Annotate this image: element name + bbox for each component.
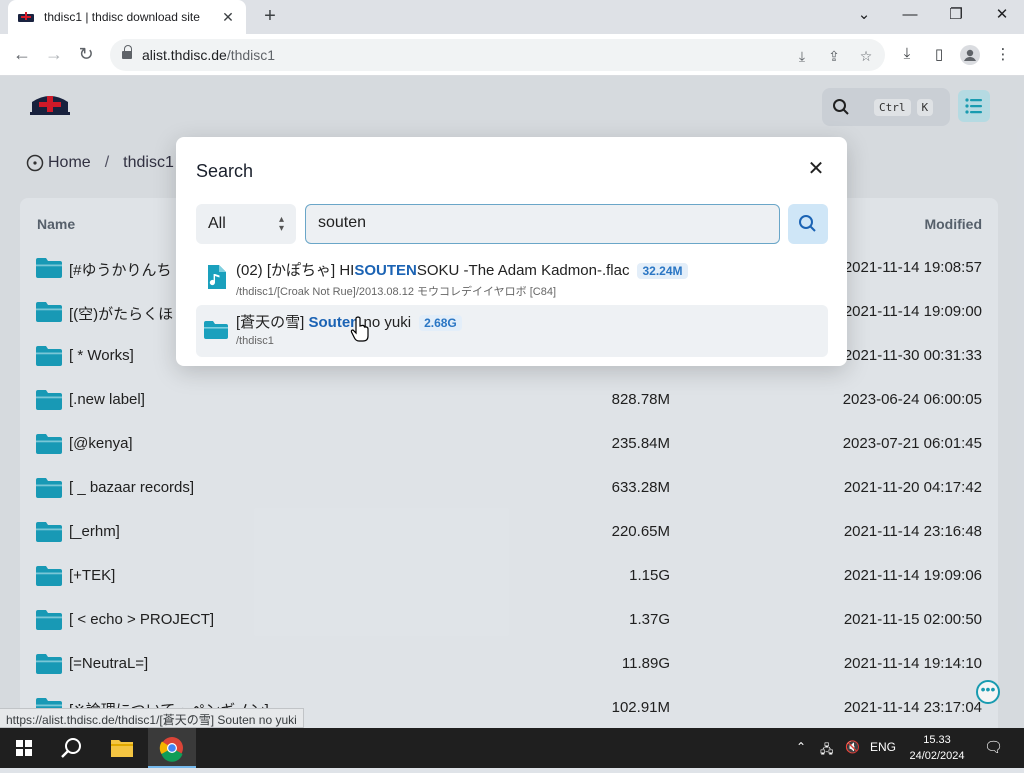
browser-menu-icon[interactable]: ⋮ xyxy=(992,45,1014,67)
hand-cursor-icon xyxy=(350,316,369,342)
taskbar-clock[interactable]: 15.33 24/02/2024 xyxy=(906,732,968,764)
site-favicon-icon xyxy=(18,12,34,22)
clock-time: 15.33 xyxy=(923,734,951,746)
search-result-size: 32.24M xyxy=(637,263,688,279)
search-result-item[interactable]: [蒼天の雪] Souten no yuki 2.68G /thdisc1 xyxy=(196,305,828,357)
back-button[interactable]: ← xyxy=(10,43,34,67)
search-result-item[interactable]: (02) [かぽちゃ] HISOUTENSOKU -The Adam Kadmo… xyxy=(196,253,828,305)
search-submit-button[interactable] xyxy=(788,204,828,244)
search-input[interactable]: souten xyxy=(305,204,780,244)
search-result-name: [蒼天の雪] Souten no yuki 2.68G xyxy=(236,311,462,332)
search-result-size: 2.68G xyxy=(419,315,462,331)
side-panel-icon[interactable]: ▯ xyxy=(928,45,950,67)
select-arrows-icon: ▴ ▾ xyxy=(278,214,284,234)
tab-close-icon[interactable]: ✕ xyxy=(220,9,236,26)
notification-icon[interactable]: 🗨 xyxy=(984,738,1003,756)
downloads-icon[interactable]: ⤓ xyxy=(896,45,918,67)
search-scope-value: All xyxy=(208,215,226,232)
network-icon[interactable]: 🖧 xyxy=(820,740,833,761)
search-result-path: /thdisc1 xyxy=(236,335,274,347)
music-file-icon xyxy=(208,265,226,289)
windows-taskbar: ⌃ 🖧 🔇 ENG 15.33 24/02/2024 🗨 xyxy=(0,728,1024,768)
bookmark-star-icon[interactable]: ☆ xyxy=(856,48,876,68)
search-dialog: Search ✕ All ▴ ▾ souten (02) [かぽちゃ] HISOU… xyxy=(176,137,847,366)
minimize-button[interactable]: — xyxy=(896,4,924,28)
taskbar-search-button[interactable] xyxy=(48,728,96,768)
input-language[interactable]: ENG xyxy=(870,740,896,754)
forward-button[interactable]: → xyxy=(42,43,66,67)
url-host: alist.thdisc.de xyxy=(142,47,227,63)
address-bar[interactable]: alist.thdisc.de/thdisc1 ⤓ ⇪ ☆ xyxy=(110,39,885,71)
chrome-icon xyxy=(159,737,183,762)
tab-strip: thdisc1 | thdisc download site ✕ + ⌄ — ❐… xyxy=(0,0,1024,34)
tab-search-chevron-icon[interactable]: ⌄ xyxy=(850,4,878,28)
reload-button[interactable]: ↻ xyxy=(74,43,98,67)
search-dialog-title: Search xyxy=(196,161,254,181)
install-app-icon[interactable]: ⤓ xyxy=(792,48,812,68)
search-scope-select[interactable]: All ▴ ▾ xyxy=(196,204,296,244)
taskbar-chrome[interactable] xyxy=(148,728,196,768)
profile-avatar-icon[interactable] xyxy=(959,45,981,67)
tab-title: thdisc1 | thdisc download site xyxy=(44,10,200,24)
lock-icon[interactable] xyxy=(122,45,132,61)
search-result-path: /thdisc1/[Croak Not Rue]/2013.08.12 モウコレ… xyxy=(236,286,557,298)
volume-muted-icon[interactable]: 🔇 xyxy=(845,740,860,754)
new-tab-button[interactable]: + xyxy=(258,5,282,29)
url-path: /thdisc1 xyxy=(226,47,276,63)
close-icon[interactable]: ✕ xyxy=(806,159,826,179)
browser-toolbar: ← → ↻ alist.thdisc.de/thdisc1 ⤓ ⇪ ☆ ⤓ ▯ … xyxy=(0,34,1024,76)
share-icon[interactable]: ⇪ xyxy=(824,48,844,68)
close-window-button[interactable]: ✕ xyxy=(988,4,1016,28)
start-button[interactable] xyxy=(0,728,48,768)
file-explorer-icon xyxy=(111,740,133,757)
show-hidden-icons-icon[interactable]: ⌃ xyxy=(796,740,806,754)
restore-button[interactable]: ❐ xyxy=(942,4,970,28)
browser-tab[interactable]: thdisc1 | thdisc download site ✕ xyxy=(8,0,246,34)
search-result-name: (02) [かぽちゃ] HISOUTENSOKU -The Adam Kadmo… xyxy=(236,259,688,280)
search-icon xyxy=(61,738,81,758)
folder-icon xyxy=(204,321,228,339)
windows-logo-icon xyxy=(16,740,32,756)
clock-date: 24/02/2024 xyxy=(909,750,965,762)
taskbar-file-explorer[interactable] xyxy=(98,728,146,768)
search-icon xyxy=(799,215,816,232)
